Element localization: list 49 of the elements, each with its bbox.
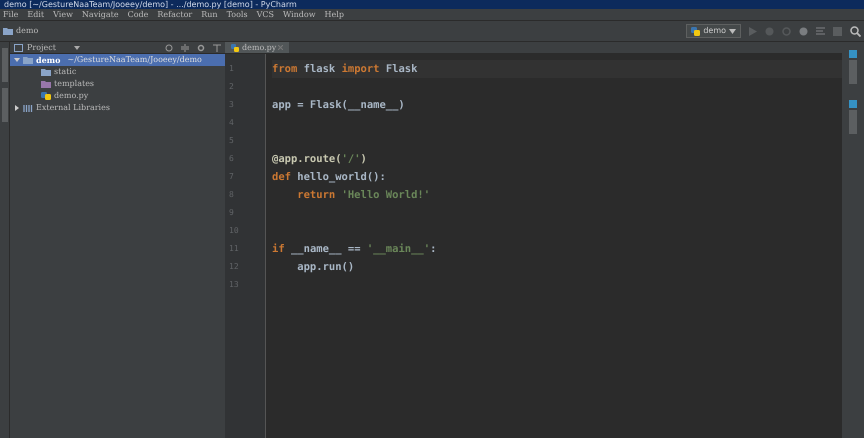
menu-item[interactable]: File xyxy=(3,9,18,20)
settings-icon[interactable] xyxy=(197,44,205,52)
menu-item[interactable]: View xyxy=(53,9,73,20)
tool-window-stripe-icon[interactable] xyxy=(849,100,857,134)
menu-item[interactable]: Edit xyxy=(27,9,44,20)
collapsed-arrow-icon[interactable] xyxy=(14,105,20,111)
library-icon xyxy=(23,104,33,112)
folder-icon xyxy=(3,27,13,35)
menu-item[interactable]: Run xyxy=(201,9,218,20)
code-line: app.run() xyxy=(296,260,356,275)
tool-window-stripe-icon[interactable] xyxy=(2,48,8,82)
code-line: def hello_world(): xyxy=(272,170,387,185)
tool-window-stripe-icon[interactable] xyxy=(2,88,8,122)
tree-item[interactable]: static xyxy=(10,66,225,78)
python-icon xyxy=(691,26,700,36)
panel-icon xyxy=(14,44,23,52)
caret-icon[interactable] xyxy=(74,46,80,50)
menu-item[interactable]: Help xyxy=(324,9,344,20)
menu-item[interactable]: Window xyxy=(282,9,316,20)
tree-item[interactable]: External Libraries xyxy=(10,102,225,114)
menu-item[interactable]: Navigate xyxy=(82,9,119,20)
code-line: return 'Hello World!' xyxy=(296,188,432,203)
python-file-icon xyxy=(41,92,51,100)
window-title: demo [~/GestureNaaTeam/Jooeey/demo] - .../demo.py [demo] - PyCharm xyxy=(0,0,864,9)
editor-tab[interactable]: demo.py xyxy=(225,42,290,53)
breadcrumb-item[interactable]: demo xyxy=(16,25,38,37)
python-file-icon xyxy=(231,44,240,52)
menu-item[interactable]: Tools xyxy=(226,9,248,20)
expanded-arrow-icon[interactable] xyxy=(14,57,20,63)
menu-item[interactable]: VCS xyxy=(256,9,274,20)
panel-title[interactable]: Project xyxy=(27,42,56,54)
caret-icon xyxy=(729,28,736,34)
stop-icon[interactable] xyxy=(833,26,842,36)
code-line: if __name__ == '__main__': xyxy=(272,242,438,257)
tree-item[interactable]: demo.py xyxy=(10,90,225,102)
tool-window-stripe-icon[interactable] xyxy=(849,50,857,84)
target-icon[interactable] xyxy=(165,44,173,52)
search-icon[interactable] xyxy=(850,26,861,36)
run-icon[interactable] xyxy=(749,26,757,36)
tree-item[interactable]: templates xyxy=(10,78,225,90)
menu-item[interactable]: Refactor xyxy=(157,9,192,20)
code-line: @app.route('/') xyxy=(272,152,368,167)
profile-icon[interactable] xyxy=(799,26,808,36)
run-configuration-dropdown[interactable]: demo xyxy=(686,24,741,38)
list-icon[interactable] xyxy=(816,26,825,36)
tree-item[interactable]: demo ~/GestureNaaTeam/Jooeey/demo xyxy=(10,54,225,66)
code-line: app = Flask(__name__) xyxy=(272,98,406,113)
menu-item[interactable]: Code xyxy=(128,9,148,20)
close-icon[interactable] xyxy=(278,45,284,50)
